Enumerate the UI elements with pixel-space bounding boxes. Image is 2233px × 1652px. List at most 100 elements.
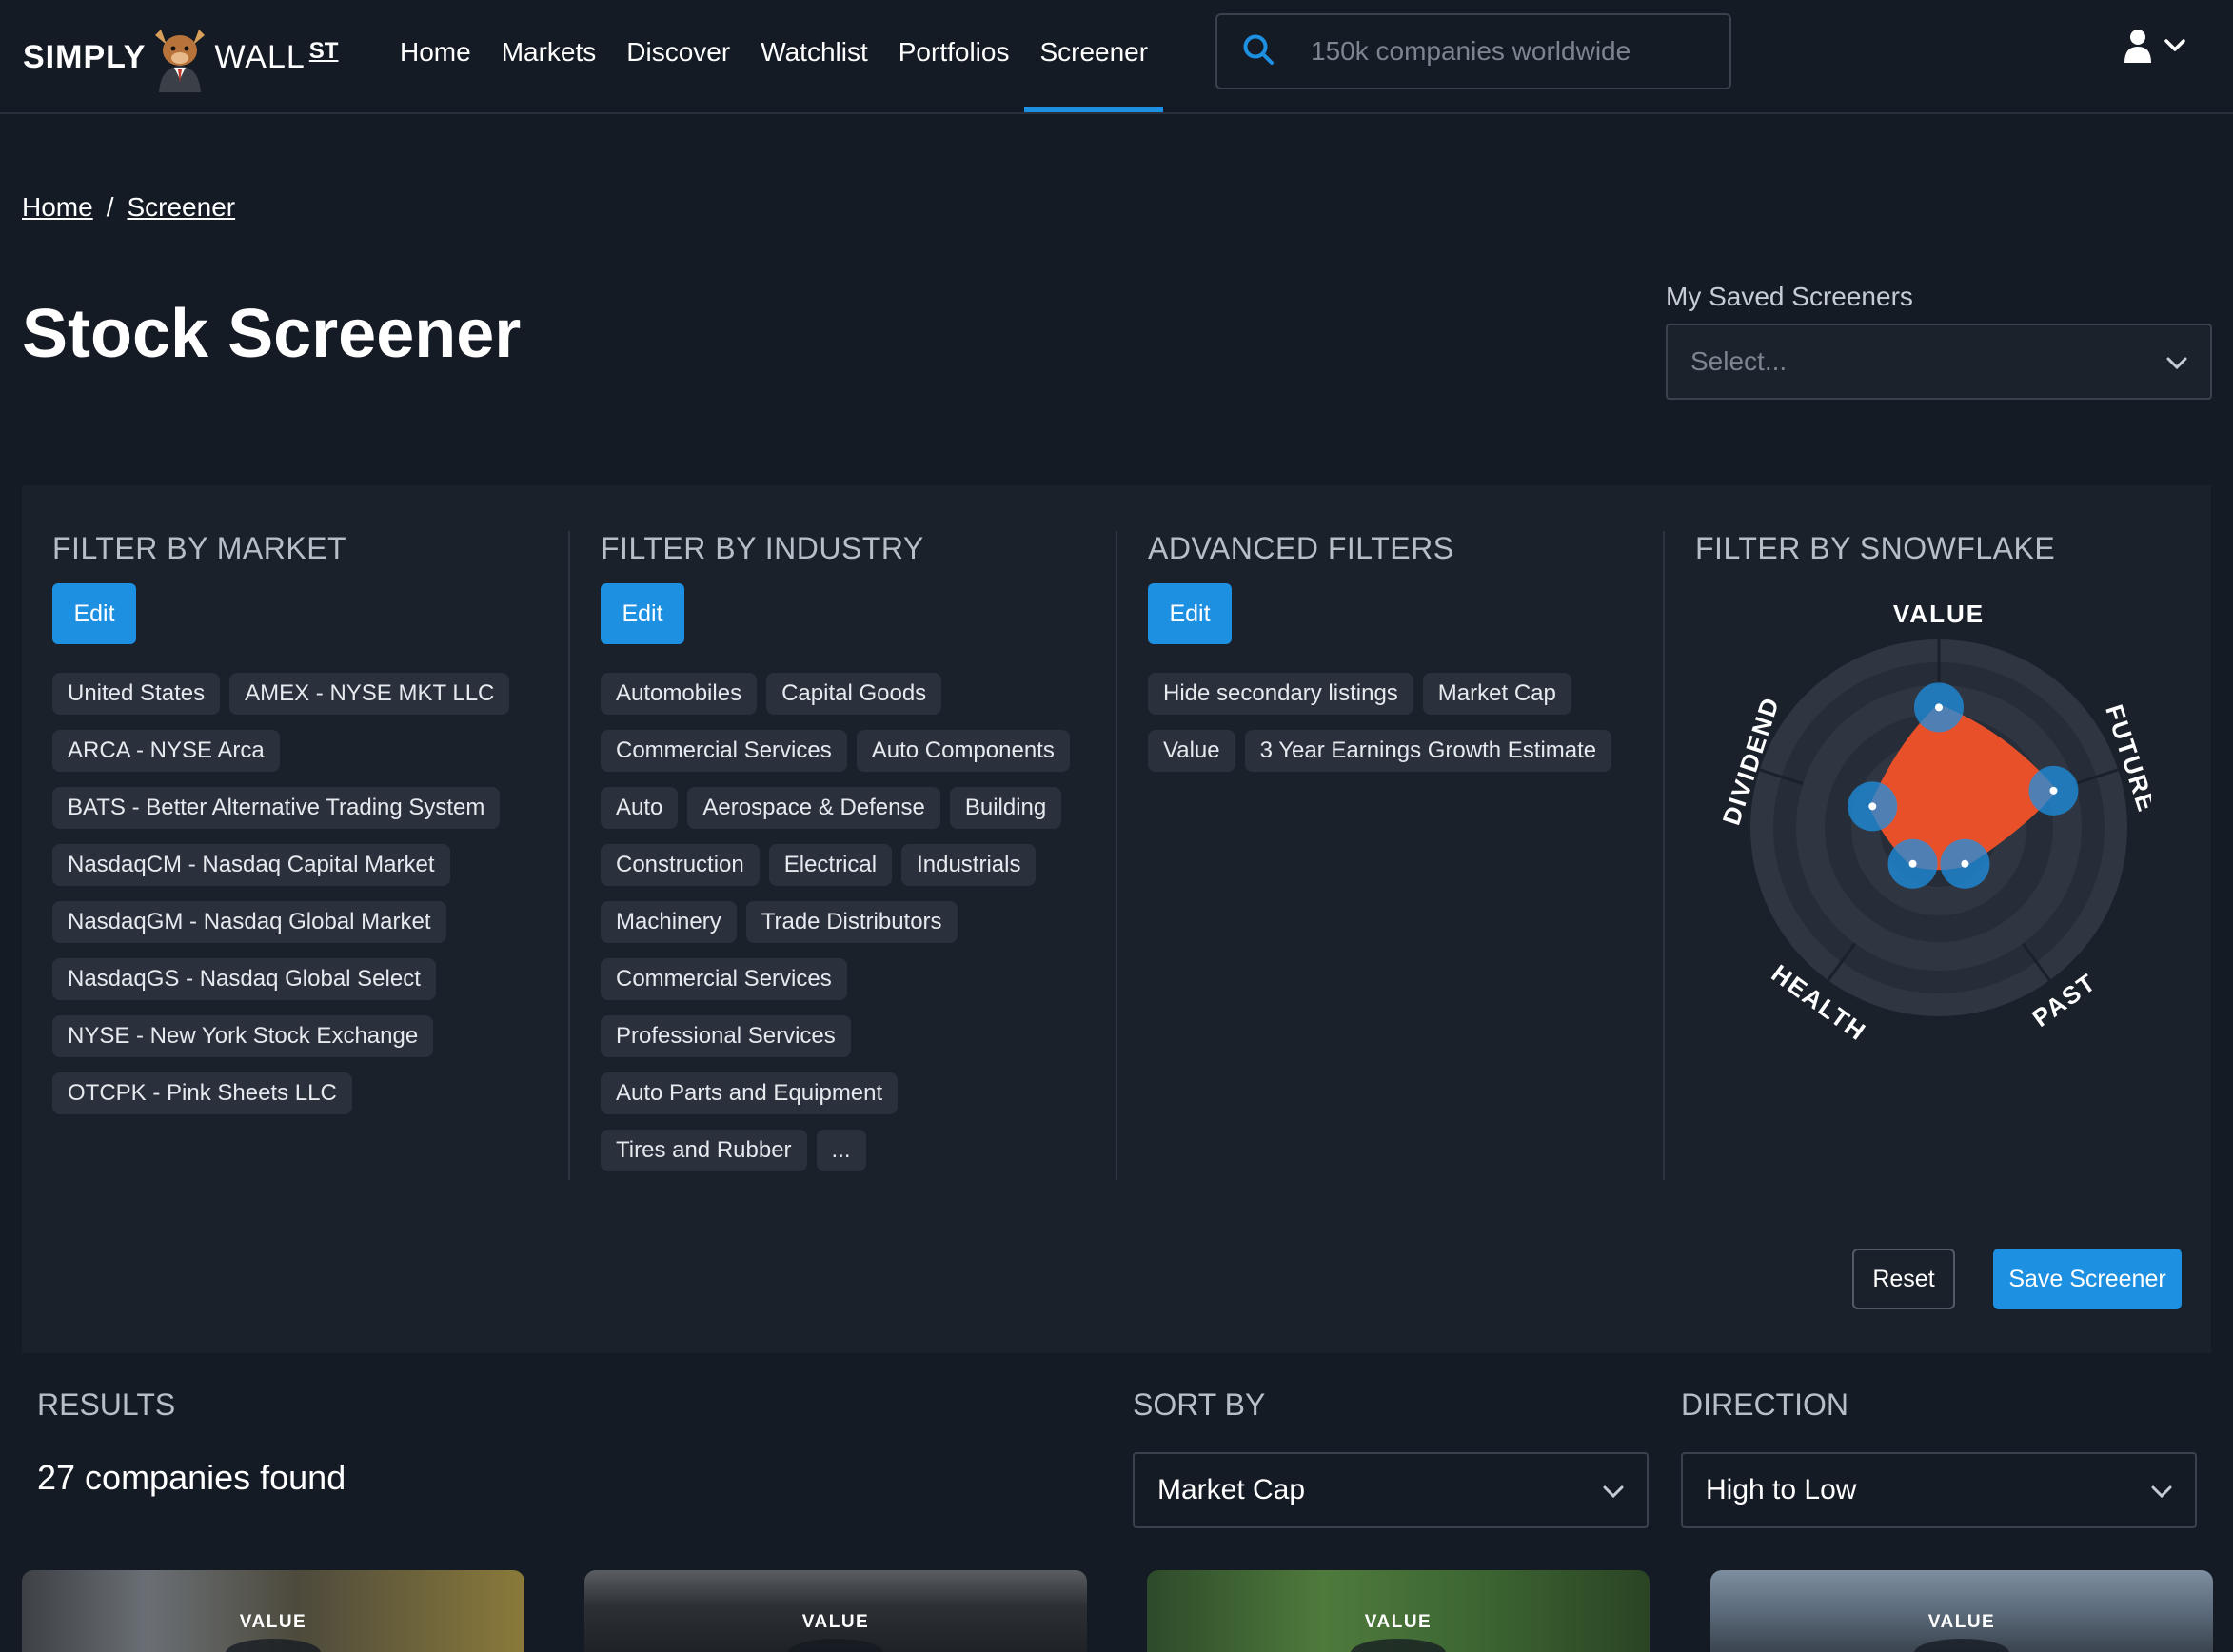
filter-by-market: FILTER BY MARKET Edit United States AMEX … — [52, 531, 566, 1180]
advanced-tag[interactable]: Hide secondary listings — [1148, 673, 1413, 715]
company-card[interactable]: VALUE — [22, 1570, 524, 1652]
column-divider — [1663, 531, 1665, 1180]
industry-tag[interactable]: Professional Services — [601, 1015, 851, 1057]
industry-tag[interactable]: Capital Goods — [766, 673, 942, 715]
industry-tag-row: Commercial Services — [601, 958, 1115, 1000]
chevron-down-icon — [2151, 1474, 2172, 1506]
nav-markets[interactable]: Markets — [486, 0, 612, 112]
industry-tag[interactable]: Industrials — [901, 844, 1037, 886]
save-screener-button[interactable]: Save Screener — [1993, 1249, 2182, 1309]
logo-simply-text: SIMPLY — [23, 38, 147, 75]
card-snowflake-icon — [1914, 1639, 2009, 1652]
market-tag-row: ARCA - NYSE Arca — [52, 730, 566, 772]
market-tag[interactable]: NasdaqGM - Nasdaq Global Market — [52, 901, 446, 943]
edit-market-button[interactable]: Edit — [52, 583, 136, 644]
direction-select[interactable]: High to Low — [1681, 1452, 2197, 1528]
sort-by-label: SORT BY — [1133, 1387, 1266, 1422]
chevron-down-icon — [2164, 39, 2185, 57]
main-nav: Home Markets Discover Watchlist Portfoli… — [385, 0, 1163, 112]
snowflake-point-past — [1961, 859, 1969, 868]
market-tag-row: NYSE - New York Stock Exchange — [52, 1015, 566, 1057]
simply-wall-st-logo[interactable]: SIMPLY WALL ST — [23, 13, 338, 101]
industry-tag[interactable]: Aerospace & Defense — [687, 787, 940, 829]
industry-tag[interactable]: Building — [949, 787, 1062, 829]
reset-button[interactable]: Reset — [1852, 1249, 1955, 1309]
market-tag[interactable]: NasdaqCM - Nasdaq Capital Market — [52, 844, 450, 886]
direction-value: High to Low — [1706, 1474, 1857, 1505]
snowflake-filter-chart[interactable]: VALUE FUTURE PAST HEALTH DIVIDEND — [1666, 560, 2162, 1054]
search-input[interactable] — [1311, 36, 1710, 67]
industry-tag[interactable]: Commercial Services — [601, 730, 847, 772]
column-divider — [1116, 531, 1117, 1180]
industry-tags: Automobiles Capital Goods Commercial Servi… — [601, 673, 1115, 1171]
advanced-tag[interactable]: Value — [1148, 730, 1235, 772]
industry-tag-row: Auto Aerospace & Defense Building — [601, 787, 1115, 829]
company-search[interactable] — [1215, 13, 1731, 89]
market-tag-row: BATS - Better Alternative Trading System — [52, 787, 566, 829]
breadcrumb-screener-link[interactable]: Screener — [127, 192, 235, 223]
advanced-tag[interactable]: 3 Year Earnings Growth Estimate — [1244, 730, 1612, 772]
filter-by-industry: FILTER BY INDUSTRY Edit Automobiles Capit… — [601, 531, 1115, 1180]
saved-screeners-select[interactable]: Select... — [1666, 324, 2212, 400]
industry-tag[interactable]: Trade Distributors — [745, 901, 958, 943]
card-value-label: VALUE — [801, 1612, 870, 1632]
industry-tag[interactable]: Electrical — [768, 844, 893, 886]
user-icon — [2124, 29, 2151, 68]
bull-mascot-icon — [149, 22, 210, 92]
market-tag-row: OTCPK - Pink Sheets LLC — [52, 1072, 566, 1114]
company-card[interactable]: VALUE — [1710, 1570, 2213, 1652]
market-tag[interactable]: NYSE - New York Stock Exchange — [52, 1015, 434, 1057]
industry-tag[interactable]: Machinery — [601, 901, 737, 943]
industry-tag[interactable]: Tires and Rubber — [601, 1130, 807, 1171]
nav-watchlist[interactable]: Watchlist — [745, 0, 883, 112]
direction-label: DIRECTION — [1681, 1387, 1848, 1422]
industry-tag[interactable]: Auto — [601, 787, 679, 829]
market-tag-row: United States AMEX - NYSE MKT LLC — [52, 673, 566, 715]
nav-discover[interactable]: Discover — [611, 0, 745, 112]
market-tag[interactable]: AMEX - NYSE MKT LLC — [229, 673, 510, 715]
card-value-label: VALUE — [1927, 1612, 1996, 1632]
page-title: Stock Screener — [22, 296, 522, 372]
nav-portfolios[interactable]: Portfolios — [883, 0, 1025, 112]
industry-tag[interactable]: ... — [816, 1130, 866, 1171]
advanced-tag[interactable]: Market Cap — [1422, 673, 1571, 715]
results-label: RESULTS — [37, 1387, 176, 1422]
market-tag[interactable]: OTCPK - Pink Sheets LLC — [52, 1072, 352, 1114]
market-tag-row: NasdaqGS - Nasdaq Global Select — [52, 958, 566, 1000]
breadcrumb: Home / Screener — [22, 192, 235, 223]
company-card[interactable]: VALUE — [584, 1570, 1087, 1652]
logo-st-text: ST — [308, 38, 339, 64]
card-snowflake-icon — [1351, 1639, 1446, 1652]
market-tag[interactable]: United States — [52, 673, 221, 715]
company-card[interactable]: VALUE — [1147, 1570, 1650, 1652]
market-tag-row: NasdaqGM - Nasdaq Global Market — [52, 901, 566, 943]
industry-tag-row: Automobiles Capital Goods — [601, 673, 1115, 715]
sort-by-select[interactable]: Market Cap — [1133, 1452, 1649, 1528]
industry-tag[interactable]: Commercial Services — [601, 958, 847, 1000]
nav-screener[interactable]: Screener — [1024, 0, 1163, 112]
edit-advanced-button[interactable]: Edit — [1148, 583, 1232, 644]
industry-tag-row: Construction Electrical Industrials — [601, 844, 1115, 886]
card-value-label: VALUE — [239, 1612, 307, 1632]
market-tag[interactable]: NasdaqGS - Nasdaq Global Select — [52, 958, 436, 1000]
edit-industry-button[interactable]: Edit — [601, 583, 684, 644]
breadcrumb-separator: / — [106, 192, 114, 222]
advanced-filters-title: ADVANCED FILTERS — [1148, 531, 1454, 565]
industry-tag[interactable]: Construction — [601, 844, 760, 886]
column-divider — [568, 531, 570, 1180]
market-tag[interactable]: ARCA - NYSE Arca — [52, 730, 280, 772]
snowflake-point-dividend — [1868, 802, 1877, 811]
market-tag[interactable]: BATS - Better Alternative Trading System — [52, 787, 501, 829]
breadcrumb-home-link[interactable]: Home — [22, 192, 93, 223]
chevron-down-icon — [1603, 1474, 1624, 1506]
nav-home[interactable]: Home — [385, 0, 486, 112]
snowflake-point-future — [2049, 786, 2058, 795]
saved-screeners-label: My Saved Screeners — [1666, 282, 1913, 311]
logo-wall-text: WALL — [214, 38, 306, 75]
industry-tag[interactable]: Automobiles — [601, 673, 758, 715]
card-snowflake-icon — [226, 1639, 321, 1652]
user-menu[interactable] — [2124, 29, 2185, 68]
card-value-label: VALUE — [1364, 1612, 1433, 1632]
industry-tag[interactable]: Auto Components — [856, 730, 1070, 772]
industry-tag[interactable]: Auto Parts and Equipment — [601, 1072, 899, 1114]
